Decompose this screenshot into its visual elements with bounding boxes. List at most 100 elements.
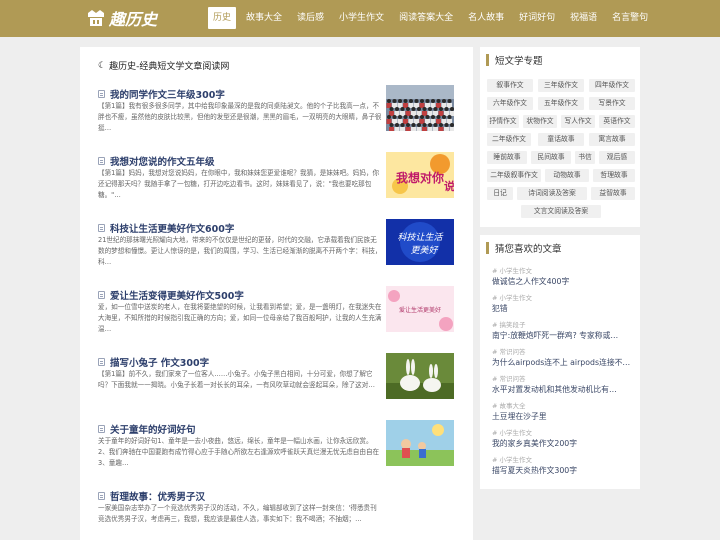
topic-tag[interactable]: 寓言故事 bbox=[589, 133, 635, 146]
topic-tag[interactable]: 童话故事 bbox=[538, 133, 584, 146]
article-thumbnail[interactable] bbox=[386, 85, 454, 131]
article-title: 关于童年的好词好句 bbox=[110, 425, 196, 436]
nav-item-4[interactable]: 小学生作文 bbox=[334, 7, 389, 29]
topic-tag[interactable]: 民间故事 bbox=[531, 151, 571, 164]
topic-tag[interactable]: 二年级作文 bbox=[487, 133, 531, 146]
logo-mark-icon bbox=[86, 8, 106, 28]
article-title-link[interactable]: 描写小兔子 作文300字 bbox=[98, 355, 209, 369]
recommend-item: # 搞笑段子 南宁:放鞭炮吓死一群鸡? 专家称或… bbox=[492, 321, 638, 341]
topic-tag[interactable]: 六年级作文 bbox=[487, 97, 533, 110]
topic-tag[interactable]: 英语作文 bbox=[599, 115, 635, 128]
svg-text:爱让生活更美好: 爱让生活更美好 bbox=[399, 306, 441, 314]
topics-title: 短文学专题 bbox=[486, 53, 543, 67]
nav-item-3[interactable]: 读后感 bbox=[292, 7, 329, 29]
topic-tag[interactable]: 抒情作文 bbox=[487, 115, 519, 128]
topic-tag[interactable]: 益智故事 bbox=[591, 187, 635, 200]
document-icon bbox=[98, 90, 105, 98]
recommend-item: # 小学生作文 描写夏天炎热作文300字 bbox=[492, 456, 638, 476]
recommend-title-link[interactable]: 土豆埋在沙子里 bbox=[492, 411, 638, 422]
article-summary: 【第1篇】我有很多很多同学，其中给我印象最深的是我的同桌陆昶文。他的个子比我高一… bbox=[98, 102, 382, 132]
topic-tag[interactable]: 诗词阅读及答案 bbox=[517, 187, 587, 200]
article-thumbnail[interactable]: 我想对你说 bbox=[386, 152, 454, 198]
document-icon bbox=[98, 291, 105, 299]
article-summary: 21世纪的那抹曙光照耀向大地，带来的不仅仅是世纪的更替，时代的交融，它承载着我们… bbox=[98, 236, 382, 266]
article-thumbnail[interactable] bbox=[386, 353, 454, 399]
nav-item-7[interactable]: 好词好句 bbox=[514, 7, 560, 29]
recommend-item: # 故事大全 土豆埋在沙子里 bbox=[492, 402, 638, 422]
article-item: 科技让生活更美好作文600字 21世纪的那抹曙光照耀向大地，带来的不仅仅是世纪的更… bbox=[98, 219, 454, 281]
svg-text:更美好: 更美好 bbox=[410, 245, 439, 256]
article-title-link[interactable]: 我的同学作文三年级300字 bbox=[98, 87, 225, 101]
recommend-category[interactable]: # 小学生作文 bbox=[492, 267, 638, 276]
article-title-link[interactable]: 关于童年的好词好句 bbox=[98, 422, 196, 436]
nav-item-1[interactable]: 历史 bbox=[208, 7, 237, 29]
topic-tag[interactable]: 写景作文 bbox=[589, 97, 635, 110]
topic-tag[interactable]: 五年级作文 bbox=[538, 97, 584, 110]
article-thumbnail[interactable]: 爱让生活更美好 bbox=[386, 286, 454, 332]
article-title: 科技让生活更美好作文600字 bbox=[110, 224, 235, 235]
article-title: 我想对您说的作文五年级 bbox=[110, 157, 215, 168]
recommend-category[interactable]: # 小学生作文 bbox=[492, 456, 638, 465]
recommend-item: # 常识问答 水平对置发动机和其他发动机比有… bbox=[492, 375, 638, 395]
topic-tag[interactable]: 写人作文 bbox=[561, 115, 595, 128]
recommend-item: # 常识问答 为什么airpods连不上 airpods连接不… bbox=[492, 348, 638, 368]
article-summary: 爱，如一位雪中送炭的老人，在我将要绝望的时候，让我看到希望；爱，是一盏明灯，在我… bbox=[98, 303, 382, 333]
topic-tag[interactable]: 文言文阅读及答案 bbox=[521, 205, 601, 218]
topic-tag[interactable]: 哲理故事 bbox=[593, 169, 635, 182]
article-title-link[interactable]: 哲理故事：优秀男子汉 bbox=[98, 489, 205, 503]
recommend-item: # 小学生作文 犯错 bbox=[492, 294, 638, 314]
topic-tag[interactable]: 状物作文 bbox=[523, 115, 557, 128]
topic-tag[interactable]: 三年级作文 bbox=[538, 79, 584, 92]
topic-tag[interactable]: 二年级叙事作文 bbox=[487, 169, 541, 182]
recommend-title-link[interactable]: 为什么airpods连不上 airpods连接不… bbox=[492, 357, 638, 368]
article-item: 我想对您说的作文五年级 【第1篇】妈妈，我想对您说妈妈，在你眼中，我和妹妹您更爱谁… bbox=[98, 152, 454, 214]
topic-tag[interactable]: 叙事作文 bbox=[487, 79, 533, 92]
topic-tag[interactable]: 四年级作文 bbox=[589, 79, 635, 92]
recommend-category[interactable]: # 搞笑段子 bbox=[492, 321, 638, 330]
svg-text:科技让生活: 科技让生活 bbox=[397, 232, 443, 243]
recommend-title-link[interactable]: 南宁:放鞭炮吓死一群鸡? 专家称或… bbox=[492, 330, 638, 341]
recommend-category[interactable]: # 小学生作文 bbox=[492, 429, 638, 438]
article-summary: 【第1篇】妈妈，我想对您说妈妈，在你眼中，我和妹妹您更爱谁呢？我猜，是妹妹吧。妈… bbox=[98, 169, 380, 199]
nav-item-5[interactable]: 阅读答案大全 bbox=[394, 7, 458, 29]
article-thumbnail[interactable]: 科技让生活更美好 bbox=[386, 219, 454, 265]
nav-item-2[interactable]: 故事大全 bbox=[241, 7, 287, 29]
recommend-title-link[interactable]: 水平对置发动机和其他发动机比有… bbox=[492, 384, 638, 395]
nav-item-8[interactable]: 祝福语 bbox=[565, 7, 602, 29]
nav-item-6[interactable]: 名人故事 bbox=[463, 7, 509, 29]
article-title-link[interactable]: 爱让生活变得更美好作文500字 bbox=[98, 288, 244, 302]
recommend-title-link[interactable]: 描写夏天炎热作文300字 bbox=[492, 465, 638, 476]
recommend-panel: 猜您喜欢的文章 # 小学生作文 做诚信之人作文400字 # 小学生作文 犯错 # 搞笑段… bbox=[480, 235, 640, 489]
article-title-link[interactable]: 我想对您说的作文五年级 bbox=[98, 154, 215, 168]
top-navbar: 趣历史 历史 故事大全 读后感 小学生作文 阅读答案大全 名人故事 好词好句 祝福语 名言警句 bbox=[0, 0, 720, 37]
recommend-category[interactable]: # 故事大全 bbox=[492, 402, 638, 411]
article-title-link[interactable]: 科技让生活更美好作文600字 bbox=[98, 221, 234, 235]
moon-icon: ☾ bbox=[98, 60, 107, 71]
topics-panel: 短文学专题 叙事作文 三年级作文 四年级作文六年级作文 五年级作文 写景作文抒情作文 状物… bbox=[480, 47, 640, 227]
article-thumbnail[interactable] bbox=[386, 420, 454, 466]
page-title: 趣历史-经典短文学文章阅读网 bbox=[109, 62, 230, 72]
main-content: ☾ 趣历史-经典短文学文章阅读网 我的同学作文三年级300字 【第1篇】我有很多很… bbox=[80, 47, 473, 540]
recommend-category[interactable]: # 常识问答 bbox=[492, 375, 638, 384]
topic-tag[interactable]: 日记 bbox=[487, 187, 513, 200]
recommend-title-link[interactable]: 犯错 bbox=[492, 303, 638, 314]
svg-text:说: 说 bbox=[444, 179, 454, 193]
topic-tag[interactable]: 动物故事 bbox=[545, 169, 589, 182]
topic-tag[interactable]: 睡前故事 bbox=[487, 151, 527, 164]
document-icon bbox=[98, 358, 105, 366]
recommend-category[interactable]: # 常识问答 bbox=[492, 348, 638, 357]
recommend-category[interactable]: # 小学生作文 bbox=[492, 294, 638, 303]
topic-tag[interactable]: 书信 bbox=[575, 151, 595, 164]
svg-text:我想对你: 我想对你 bbox=[396, 170, 444, 185]
recommend-title-link[interactable]: 做诚信之人作文400字 bbox=[492, 276, 638, 287]
article-title: 我的同学作文三年级300字 bbox=[110, 90, 225, 101]
article-title: 爱让生活变得更美好作文500字 bbox=[110, 291, 244, 302]
nav-item-9[interactable]: 名言警句 bbox=[607, 7, 653, 29]
recommend-item: # 小学生作文 做诚信之人作文400字 bbox=[492, 267, 638, 287]
site-logo[interactable]: 趣历史 bbox=[86, 6, 157, 30]
recommend-title-link[interactable]: 我的家乡真美作文200字 bbox=[492, 438, 638, 449]
article-item: 我的同学作文三年级300字 【第1篇】我有很多很多同学，其中给我印象最深的是我的同… bbox=[98, 85, 454, 147]
topic-tag[interactable]: 观后感 bbox=[599, 151, 635, 164]
recommend-title-text: 猜您喜欢的文章 bbox=[495, 244, 562, 255]
page-heading: ☾ 趣历史-经典短文学文章阅读网 bbox=[98, 59, 230, 73]
